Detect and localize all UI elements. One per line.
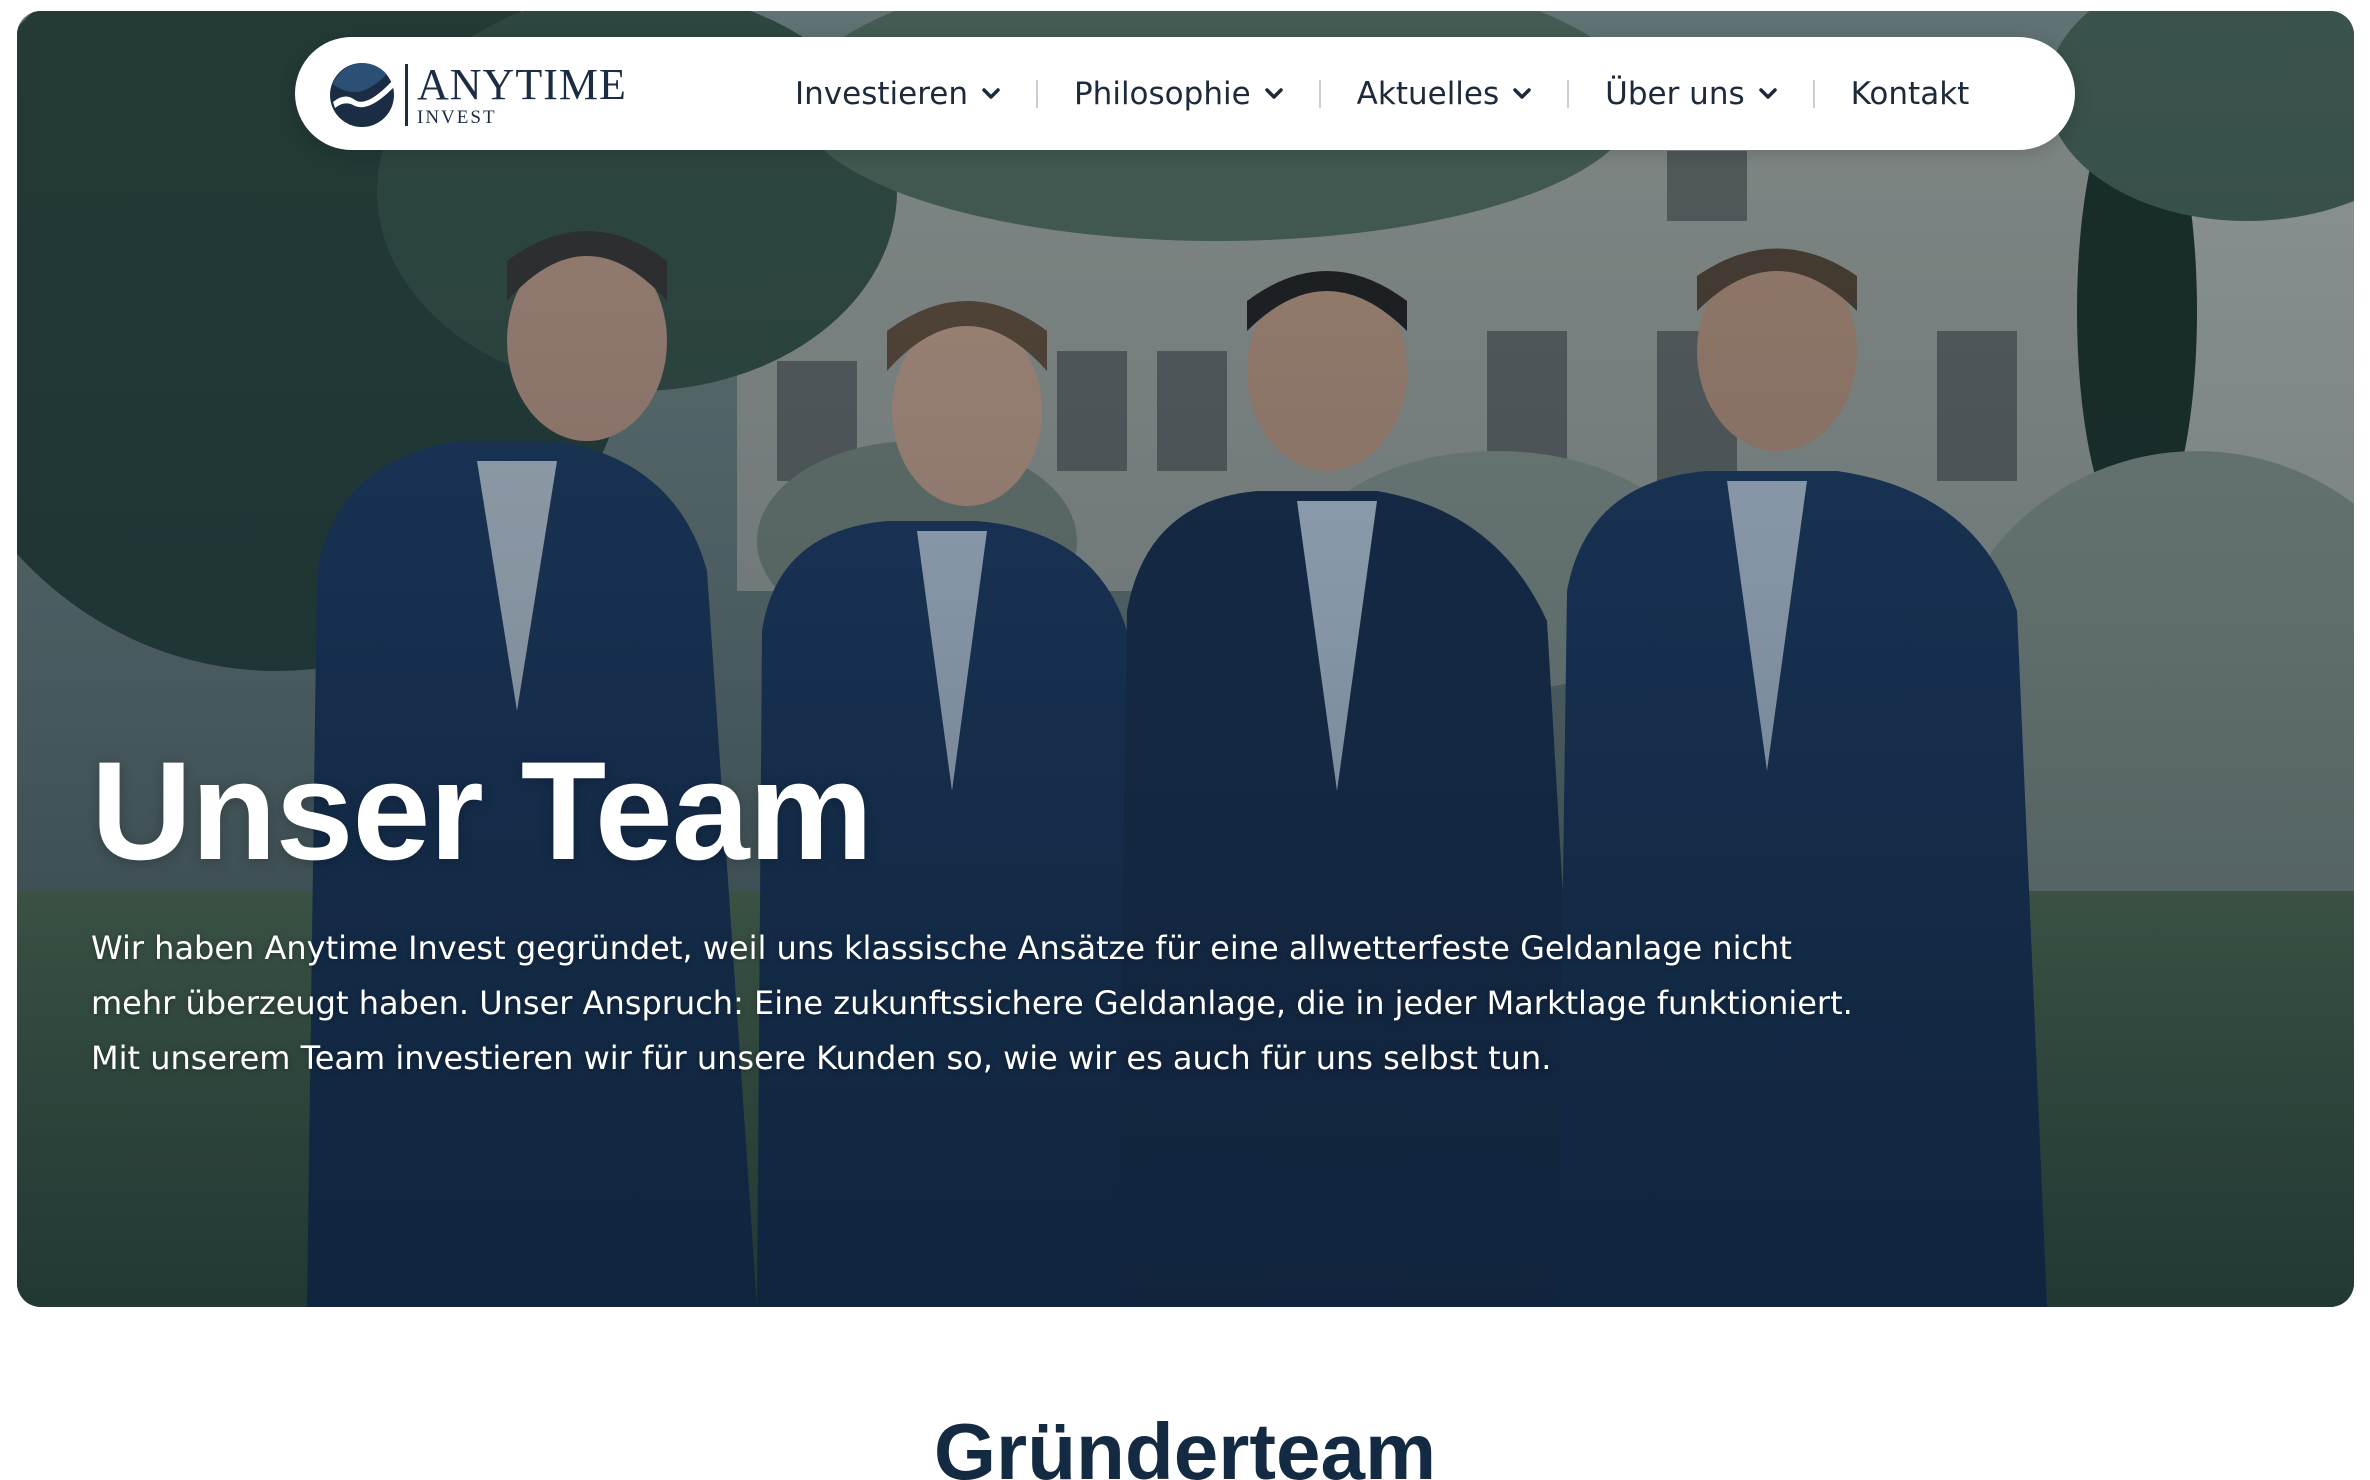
nav-divider bbox=[1567, 79, 1570, 108]
section-title-gruenderteam: Gründerteam bbox=[933, 1407, 1437, 1480]
chevron-down-icon bbox=[1758, 87, 1777, 99]
hero-description: Wir haben Anytime Invest gegründet, weil… bbox=[91, 929, 1853, 1077]
nav-item-label: Investieren bbox=[795, 75, 968, 112]
logo-mark-icon bbox=[330, 63, 394, 127]
nav-item-investieren[interactable]: Investieren bbox=[795, 64, 1000, 124]
nav-item-philosophie[interactable]: Philosophie bbox=[1074, 64, 1283, 124]
chevron-down-icon bbox=[1264, 87, 1283, 99]
nav-item-kontakt[interactable]: Kontakt bbox=[1851, 64, 1970, 124]
nav-item-label: Kontakt bbox=[1850, 75, 1970, 112]
chevron-down-icon bbox=[1513, 87, 1531, 99]
nav-divider bbox=[1035, 79, 1038, 108]
hero-title: Unser Team bbox=[91, 732, 873, 889]
logo-separator bbox=[405, 64, 408, 126]
nav-divider bbox=[1812, 79, 1815, 108]
main-navbar: ANYTIME INVEST Investieren Philosophie A… bbox=[295, 37, 2075, 150]
logo-text: ANYTIME INVEST bbox=[417, 60, 627, 128]
logo-wordmark: ANYTIME bbox=[417, 60, 627, 109]
nav-menu: Investieren Philosophie Aktuelles Über u… bbox=[795, 37, 1969, 150]
chevron-down-icon bbox=[982, 87, 1000, 99]
hero-section: Unser Team Wir haben Anytime Invest gegr… bbox=[17, 11, 2354, 1307]
nav-item-label: Über uns bbox=[1605, 75, 1745, 112]
nav-item-label: Aktuelles bbox=[1356, 75, 1500, 112]
brand-logo[interactable]: ANYTIME INVEST bbox=[329, 61, 629, 129]
logo-subtitle: INVEST bbox=[417, 107, 497, 128]
nav-item-label: Philosophie bbox=[1073, 75, 1251, 112]
nav-divider bbox=[1318, 79, 1321, 108]
nav-item-aktuelles[interactable]: Aktuelles bbox=[1357, 64, 1531, 124]
nav-item-ueber-uns[interactable]: Über uns bbox=[1605, 64, 1777, 124]
hero-overlay bbox=[17, 11, 2354, 1307]
